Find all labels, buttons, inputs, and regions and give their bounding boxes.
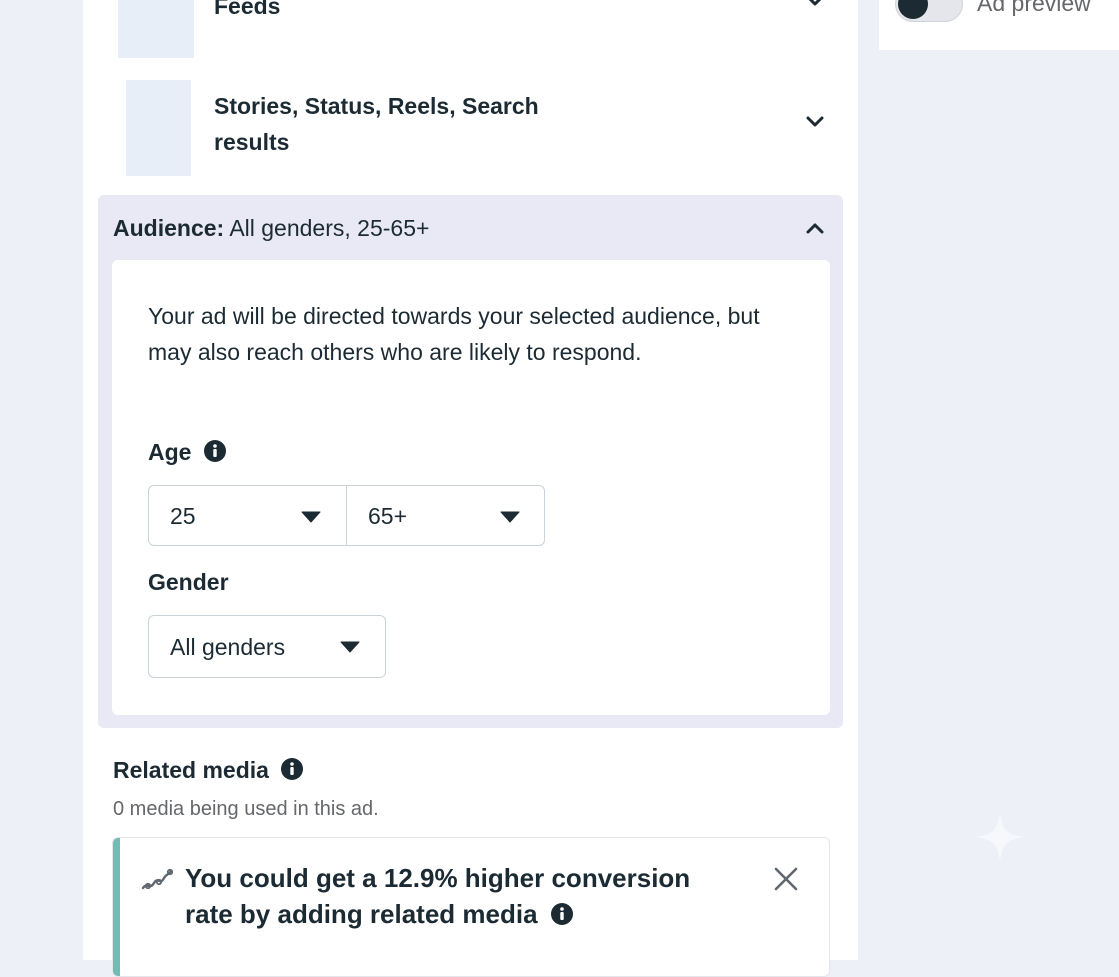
placement-thumbnail <box>118 0 194 58</box>
gender-select[interactable]: All genders <box>148 615 386 678</box>
gender-label: Gender <box>148 569 229 595</box>
age-label: Age <box>148 439 192 465</box>
trend-icon <box>141 868 173 890</box>
age-min-value: 25 <box>170 503 196 529</box>
related-media-label: Related media <box>113 757 269 783</box>
toggle-knob <box>898 0 928 19</box>
age-min-select[interactable]: 25 <box>148 485 347 546</box>
ad-preview-card: Ad preview <box>879 0 1119 50</box>
info-icon[interactable] <box>550 903 573 925</box>
ad-preview-label: Ad preview <box>977 0 1091 16</box>
close-icon[interactable] <box>773 866 799 892</box>
ad-preview-toggle[interactable] <box>895 0 963 22</box>
caret-down-icon <box>340 641 360 653</box>
info-icon[interactable] <box>203 440 226 462</box>
conversion-tip-card: You could get a 12.9% higher conversion … <box>112 837 830 977</box>
audience-label: Audience: <box>113 215 225 241</box>
age-field-label: Age <box>148 437 226 467</box>
info-icon[interactable] <box>281 758 304 780</box>
conversion-tip-text: You could get a 12.9% higher conversion … <box>185 860 725 932</box>
chevron-down-icon[interactable] <box>804 0 826 12</box>
related-media-subtitle: 0 media being used in this ad. <box>113 798 379 820</box>
placement-row-stories[interactable]: Stories, Status, Reels, Search results <box>83 78 858 178</box>
ad-settings-panel: Feeds Stories, Status, Reels, Search res… <box>83 0 858 977</box>
audience-card: Your ad will be directed towards your se… <box>112 260 830 715</box>
placement-title: Stories, Status, Reels, Search results <box>214 93 539 155</box>
audience-description: Your ad will be directed towards your se… <box>148 303 760 365</box>
caret-down-icon <box>301 511 321 523</box>
placement-row-feeds[interactable]: Feeds <box>83 0 858 60</box>
audience-header[interactable]: Audience: All genders, 25-65+ <box>113 213 429 243</box>
sparkle-decoration <box>975 812 1025 862</box>
age-max-value: 65+ <box>368 503 408 529</box>
placement-thumbnail <box>126 80 191 176</box>
caret-down-icon <box>500 511 520 523</box>
audience-summary: All genders, 25-65+ <box>229 215 430 241</box>
related-media-title: Related media <box>113 755 304 785</box>
gender-value: All genders <box>170 634 286 660</box>
age-max-select[interactable]: 65+ <box>346 485 545 546</box>
audience-section: Audience: All genders, 25-65+ Your ad wi… <box>98 195 843 728</box>
tip-accent-bar <box>113 838 120 976</box>
placement-title: Feeds <box>214 0 281 19</box>
tip-text: You could get a 12.9% higher conversion … <box>185 863 691 929</box>
chevron-down-icon[interactable] <box>804 111 826 133</box>
chevron-up-icon[interactable] <box>804 217 826 239</box>
